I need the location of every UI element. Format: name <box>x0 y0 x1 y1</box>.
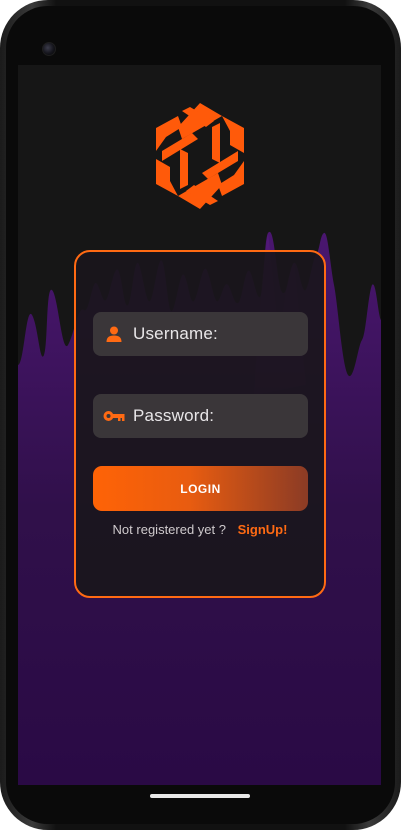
front-camera <box>42 42 56 56</box>
signup-link[interactable]: SignUp! <box>238 522 288 537</box>
phone-frame: Username: Password: LOGIN Not registered… <box>0 0 401 830</box>
person-icon <box>103 323 125 345</box>
app-screen: Username: Password: LOGIN Not registered… <box>18 65 381 785</box>
username-field[interactable]: Username: <box>93 312 308 356</box>
password-field[interactable]: Password: <box>93 394 308 438</box>
hexagon-spiral-logo <box>156 103 244 209</box>
login-card: Username: Password: LOGIN Not registered… <box>74 250 326 598</box>
home-indicator[interactable] <box>150 794 250 798</box>
signup-prompt: Not registered yet ? <box>112 522 226 537</box>
signup-row: Not registered yet ? SignUp! <box>76 522 324 537</box>
password-label: Password: <box>133 406 215 425</box>
login-button[interactable]: LOGIN <box>93 466 308 511</box>
username-label: Username: <box>133 324 218 343</box>
key-icon <box>103 405 125 427</box>
